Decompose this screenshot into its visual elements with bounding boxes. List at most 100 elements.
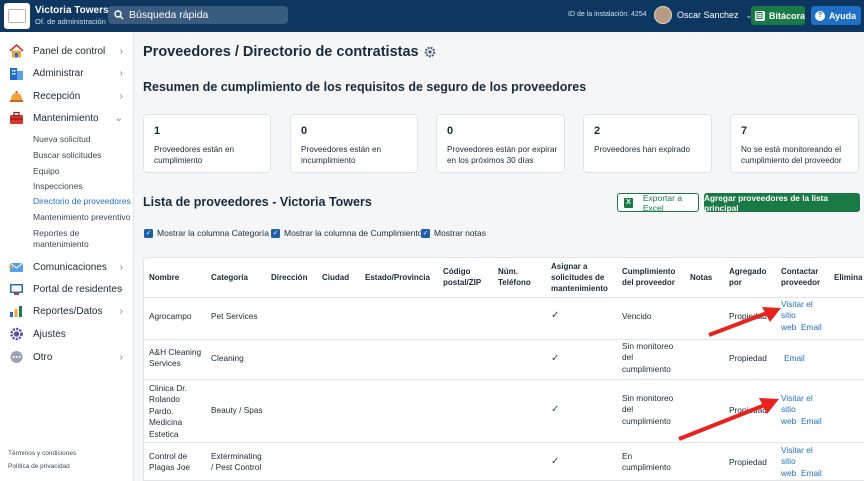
col-header-nombre[interactable]: Nombre	[149, 272, 179, 283]
email-link[interactable]: Email	[784, 353, 805, 364]
install-id: ID de la instalación: 4254	[568, 11, 647, 18]
status-line: cumplimiento	[622, 415, 671, 426]
user-menu[interactable]: Oscar Sanchez ⌄	[654, 6, 752, 24]
col-header-categoria[interactable]: Categoría	[211, 272, 248, 283]
col-header-asignar[interactable]: Asignar a solicitudes de mantenimiento	[551, 261, 608, 294]
visit-website-link-web[interactable]: web	[781, 468, 796, 479]
sidebar-item-comunicaciones[interactable]: Comunicaciones ›	[0, 257, 134, 277]
quick-search-input[interactable]: Búsqueda rápida	[108, 6, 288, 24]
status-line: Sin monitoreo	[622, 393, 674, 403]
search-icon	[114, 10, 124, 20]
vendor-category: Beauty / Spas	[211, 405, 263, 415]
link-line: sitio	[781, 310, 796, 321]
visit-website-link[interactable]: Visitar el sitio	[781, 393, 813, 416]
vendor-name[interactable]: Agrocampo	[149, 311, 191, 322]
col-header-contactar[interactable]: Contactar proveedor	[781, 266, 820, 288]
add-vendors-button[interactable]: Agregar proveedores de la lista principa…	[704, 193, 860, 213]
portal-icon	[9, 282, 24, 296]
compliance-status: En cumplimiento	[622, 451, 671, 474]
property-logo[interactable]	[4, 3, 30, 29]
visit-website-link[interactable]: Visitar el sitio	[781, 445, 813, 468]
visit-website-link[interactable]: Visitar el sitio	[781, 299, 813, 322]
show-compliance-checkbox[interactable]: ✓ Mostrar la columna de Cumplimiento	[271, 228, 422, 238]
summary-card: 2 Proveedores han expirado	[583, 114, 712, 173]
card-label: No se está monitoreando el	[741, 145, 842, 154]
sidebar-item-portal-residentes[interactable]: Portal de residentes ›	[0, 279, 134, 299]
search-placeholder: Búsqueda rápida	[129, 9, 209, 21]
show-notes-checkbox[interactable]: ✓ Mostrar notas	[421, 228, 486, 238]
chevron-right-icon: ›	[119, 45, 123, 57]
vendor-name[interactable]: A&H Cleaning Services	[149, 347, 201, 370]
page-title-text: Proveedores / Directorio de contratistas	[143, 44, 419, 60]
property-brand[interactable]: Victoria Towers Of. de administración	[35, 5, 109, 27]
card-label: Proveedores están en	[154, 145, 235, 154]
show-category-checkbox[interactable]: ✓ Mostrar la columna Categoría	[144, 228, 269, 238]
bitacora-button[interactable]: Bitácora	[751, 6, 805, 25]
sidebar-item-mantenimiento[interactable]: Mantenimiento ⌄	[0, 108, 134, 128]
email-link[interactable]: Email	[801, 416, 822, 427]
gear-icon[interactable]	[424, 46, 436, 58]
sidebar-subitem-directorio-proveedores[interactable]: Directorio de proveedores	[33, 196, 131, 207]
header-line: Teléfono	[498, 278, 531, 287]
bar-chart-icon	[9, 304, 24, 318]
help-button[interactable]: ? Ayuda	[811, 6, 861, 25]
sidebar-item-label: Reportes/Datos	[33, 305, 103, 317]
terms-link[interactable]: Términos y condiciones	[8, 450, 76, 457]
excel-icon: X	[624, 197, 633, 208]
name-line: Estetica	[149, 428, 179, 439]
sidebar-item-administrar[interactable]: Administrar ›	[0, 63, 134, 83]
header-line: mantenimiento	[551, 284, 608, 293]
header-line: Asignar a	[551, 262, 588, 271]
link-line: sitio	[781, 456, 796, 467]
chevron-down-icon: ⌄	[114, 112, 123, 124]
header-line: postal/ZIP	[443, 278, 482, 287]
sidebar-subitem-inspecciones[interactable]: Inspecciones	[33, 181, 83, 192]
added-by: Propiedad	[729, 353, 767, 363]
col-header-telefono[interactable]: Núm. Teléfono	[498, 266, 531, 288]
sidebar-subitem-reportes-mantenimiento[interactable]: Reportes de mantenimiento	[33, 228, 89, 250]
building-icon	[9, 66, 24, 80]
name-line: Medicina	[149, 417, 183, 428]
sidebar-item-recepcion[interactable]: Recepción ›	[0, 86, 134, 106]
compliance-status: Sin monitoreo del cumplimiento	[622, 393, 673, 427]
sidebar-subitem-nueva-solicitud[interactable]: Nueva solicitud	[33, 134, 91, 145]
header-line: del proveedor	[622, 278, 675, 287]
status-line: cumplimiento	[622, 363, 671, 374]
name-line: Control de	[149, 451, 188, 461]
checkbox-checked-icon: ✓	[271, 228, 280, 238]
email-link[interactable]: Email	[801, 322, 822, 333]
logbook-icon	[755, 10, 765, 21]
col-header-estado[interactable]: Estado/Provincia	[365, 272, 430, 283]
col-header-ciudad[interactable]: Ciudad	[322, 272, 349, 283]
sidebar-subitem-buscar-solicitudes[interactable]: Buscar solicitudes	[33, 150, 102, 161]
sidebar-item-reportes-datos[interactable]: Reportes/Datos ›	[0, 301, 134, 321]
header-divider	[144, 297, 864, 298]
vendor-list-title: Lista de proveedores - Victoria Towers	[143, 195, 372, 209]
sidebar-item-ajustes[interactable]: Ajustes	[0, 324, 134, 344]
email-link[interactable]: Email	[801, 468, 822, 479]
export-excel-button[interactable]: X Exportar a Excel	[617, 193, 699, 213]
col-header-cumplimiento[interactable]: Cumplimiento del proveedor	[622, 266, 675, 288]
col-header-notas[interactable]: Notas	[690, 272, 712, 283]
name-line: A&H Cleaning	[149, 347, 202, 357]
sidebar-subitem-mantenimiento-preventivo[interactable]: Mantenimiento preventivo	[33, 212, 130, 223]
card-label: Proveedores están por expirar	[447, 145, 558, 154]
header-line: Cumplimiento	[622, 267, 676, 276]
checkbox-checked-icon: ✓	[144, 228, 153, 238]
checkbox-label: Mostrar la columna de Cumplimiento	[284, 228, 423, 238]
vendor-name[interactable]: Control de Plagas Joe	[149, 451, 190, 474]
col-header-eliminar[interactable]: Elimina	[834, 272, 862, 283]
property-subtitle: Of. de administración	[35, 17, 106, 26]
col-header-codigo-postal[interactable]: Código postal/ZIP	[443, 266, 481, 288]
category-line: Exterminating	[211, 451, 262, 461]
col-header-agregado[interactable]: Agregado por	[729, 266, 766, 288]
chevron-right-icon: ›	[119, 283, 123, 295]
sidebar-subitem-equipo[interactable]: Equipo	[33, 166, 59, 177]
sidebar-item-otro[interactable]: Otro ›	[0, 347, 134, 367]
vendor-name[interactable]: Clinica Dr. Rolando Pardo. Medicina Este…	[149, 383, 187, 440]
user-name: Oscar Sanchez	[677, 10, 739, 20]
privacy-link[interactable]: Política de privacidad	[8, 463, 70, 470]
sidebar-item-label: Recepción	[33, 90, 81, 102]
col-header-direccion[interactable]: Dirección	[271, 272, 307, 283]
sidebar-item-panel-de-control[interactable]: Panel de control ›	[0, 41, 134, 61]
